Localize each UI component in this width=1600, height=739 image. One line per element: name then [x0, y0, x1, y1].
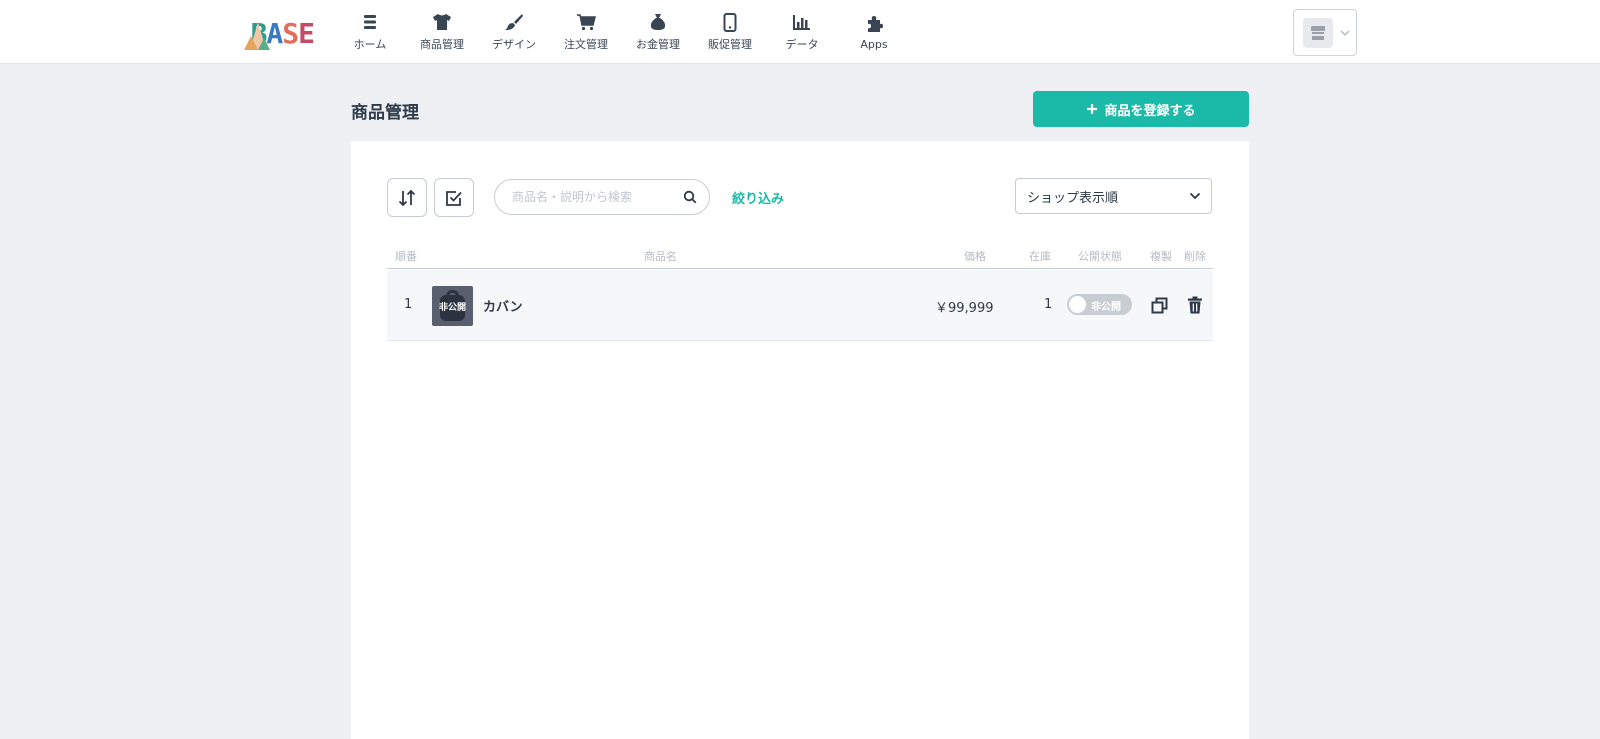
duplicate-button[interactable]	[1149, 295, 1169, 315]
sort-arrows-icon	[398, 189, 416, 206]
thumbnail-status-label: 非公開	[438, 302, 466, 313]
nav-item-promotion[interactable]: 販促管理	[694, 0, 766, 64]
column-order: 順番	[395, 250, 417, 263]
column-status: 公開状態	[1078, 250, 1122, 263]
nav-item-apps[interactable]: Apps	[838, 0, 910, 64]
product-stock: 1	[1044, 297, 1053, 312]
nav-label: 注文管理	[564, 38, 608, 51]
main-nav: ホーム 商品管理 デザイン 注文管理 お金管理 販促管理 データ Apps	[334, 0, 910, 64]
base-logo[interactable]: BASE	[244, 14, 315, 50]
top-navbar: BASE ホーム 商品管理 デザイン 注文管理 お金管理 販促管理 データ Ap…	[0, 0, 1600, 64]
filter-link[interactable]: 絞り込み	[732, 188, 784, 207]
bulk-select-button[interactable]	[434, 178, 474, 217]
publish-toggle[interactable]: 非公開	[1067, 294, 1132, 315]
brush-icon	[504, 12, 524, 32]
sort-order-button[interactable]	[387, 178, 427, 217]
chevron-down-icon	[1340, 29, 1350, 36]
table-row[interactable]: 1 非公開 カバン ￥99,999 1 非公開	[387, 270, 1213, 341]
money-bag-icon	[648, 12, 668, 32]
nav-label: ホーム	[353, 38, 387, 51]
list-icon	[360, 12, 380, 32]
nav-label: デザイン	[492, 38, 536, 51]
logo-mark-icon	[244, 18, 270, 50]
nav-item-data[interactable]: データ	[766, 0, 838, 64]
publish-status-label: 非公開	[1091, 302, 1121, 313]
nav-label: 販促管理	[708, 38, 752, 51]
product-thumbnail[interactable]: 非公開	[432, 286, 473, 326]
checkbox-icon	[446, 190, 462, 206]
delete-button[interactable]	[1185, 295, 1205, 315]
cart-icon	[576, 12, 596, 32]
search-icon[interactable]	[683, 190, 697, 204]
toggle-knob	[1069, 296, 1086, 313]
sort-select[interactable]: ショップ表示順	[1015, 178, 1212, 214]
nav-label: Apps	[860, 37, 888, 51]
tshirt-icon	[432, 12, 452, 32]
search-box	[494, 179, 710, 215]
product-name-link[interactable]: カバン	[483, 296, 523, 315]
page-title: 商品管理	[351, 103, 419, 123]
search-input[interactable]	[512, 190, 683, 204]
column-delete: 削除	[1184, 250, 1206, 263]
nav-label: 商品管理	[420, 38, 464, 51]
nav-item-home[interactable]: ホーム	[334, 0, 406, 64]
column-duplicate: 複製	[1150, 250, 1172, 263]
duplicate-icon	[1151, 297, 1167, 313]
product-price: ￥99,999	[935, 301, 994, 316]
chevron-down-icon	[1189, 192, 1201, 200]
puzzle-icon	[864, 14, 884, 34]
column-price: 価格	[964, 250, 986, 263]
column-name: 商品名	[644, 250, 677, 263]
bar-chart-icon	[792, 12, 812, 32]
nav-label: データ	[785, 38, 819, 51]
add-product-label: 商品を登録する	[1104, 103, 1196, 119]
column-stock: 在庫	[1029, 250, 1051, 263]
shop-switcher[interactable]	[1293, 9, 1357, 56]
nav-item-orders[interactable]: 注文管理	[550, 0, 622, 64]
nav-item-products[interactable]: 商品管理	[406, 0, 478, 64]
nav-item-design[interactable]: デザイン	[478, 0, 550, 64]
smartphone-icon	[720, 12, 740, 32]
table-header: 順番 商品名 価格 在庫 公開状態 複製 削除	[387, 242, 1213, 269]
store-icon	[1311, 25, 1325, 40]
plus-icon	[1087, 104, 1098, 114]
shop-avatar	[1303, 17, 1333, 48]
trash-icon	[1188, 296, 1202, 314]
nav-item-money[interactable]: お金管理	[622, 0, 694, 64]
product-panel: 絞り込み ショップ表示順 順番 商品名 価格 在庫 公開状態 複製 削除 1 非…	[351, 141, 1249, 739]
add-product-button[interactable]: 商品を登録する	[1033, 91, 1249, 127]
nav-label: お金管理	[636, 38, 680, 51]
sort-select-value: ショップ表示順	[1027, 190, 1119, 206]
row-order: 1	[404, 297, 413, 312]
